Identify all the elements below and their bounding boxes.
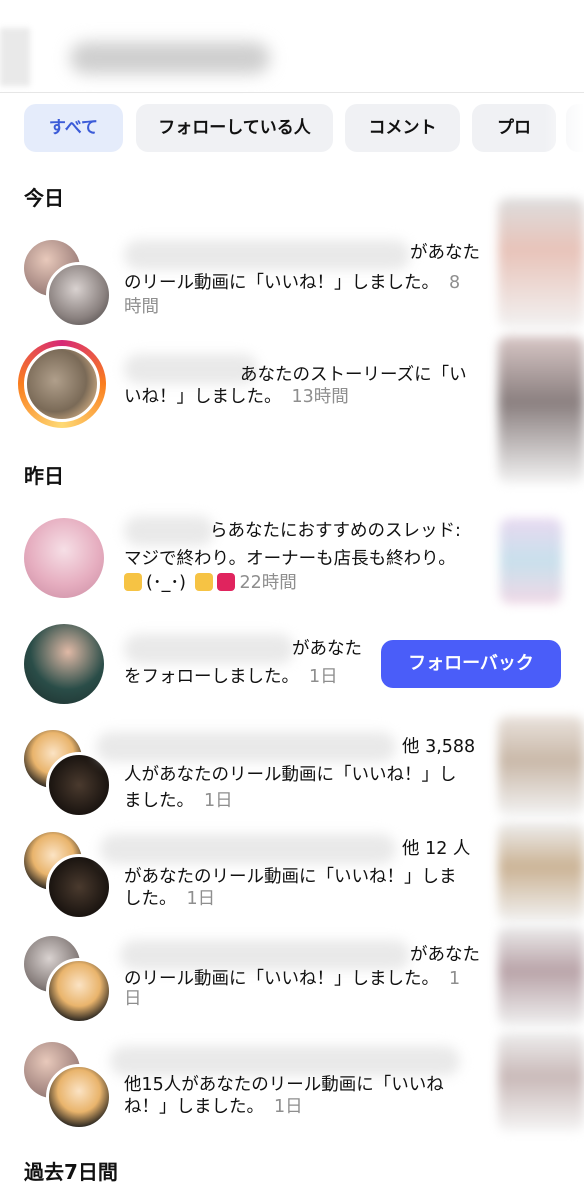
- avatar: [46, 958, 112, 1024]
- avatar: [46, 262, 112, 328]
- notification-text: 他 3,588: [402, 737, 476, 757]
- notification-text: ました。: [124, 791, 194, 811]
- timestamp: 1日: [204, 791, 233, 811]
- notification-text: いね！」しました。: [124, 387, 282, 407]
- post-thumbnail[interactable]: [498, 716, 584, 816]
- thumbs-down-emoji-icon: [195, 573, 214, 591]
- notification-text: した。: [124, 889, 177, 909]
- section-last-7-days: 過去7日間: [24, 1160, 118, 1184]
- notification-text: があなた: [410, 243, 480, 263]
- section-today: 今日: [24, 186, 64, 210]
- avatar: [24, 518, 104, 598]
- notification-item[interactable]: あなたのストーリーズに「い いね！」しました。 13時間: [0, 338, 584, 430]
- notification-item[interactable]: 他15人があなたのリール動画に「いいね ね！」しました。 1日: [0, 1040, 584, 1132]
- thread-thumbnail[interactable]: [500, 518, 562, 604]
- timestamp: 1: [449, 969, 461, 989]
- timestamp: 1日: [274, 1097, 303, 1117]
- tab-comments[interactable]: コメント: [345, 104, 460, 152]
- notification-item[interactable]: があなた をフォローしました。 1日 フォローバック: [0, 620, 584, 716]
- tab-fade: [544, 104, 584, 152]
- notification-text: のリール動画に「いいね！」しました。: [124, 969, 439, 989]
- notification-text: のリール動画に「いいね！」しました。: [124, 273, 439, 293]
- page-title: [70, 42, 270, 74]
- follow-back-button[interactable]: フォローバック: [381, 640, 561, 688]
- post-thumbnail[interactable]: [498, 198, 584, 328]
- notification-text: があなた: [292, 639, 362, 659]
- avatar: [24, 624, 104, 704]
- section-yesterday: 昨日: [24, 464, 64, 488]
- post-thumbnail[interactable]: [498, 336, 584, 484]
- avatar: [46, 854, 112, 920]
- notification-text: をフォローしました。: [124, 667, 299, 687]
- notification-text: (･_･): [146, 573, 186, 593]
- tab-following[interactable]: フォローしている人: [136, 104, 333, 152]
- timestamp: 時間: [124, 297, 159, 317]
- pointing-up-emoji-icon: [124, 573, 142, 591]
- redacted-username: [124, 354, 258, 384]
- anger-emoji-icon: [217, 573, 236, 591]
- notification-text: 他 12 人: [402, 839, 471, 859]
- notification-item[interactable]: らあなたにおすすめのスレッド: マジで終わり。オーナーも店長も終わり。 (･_･…: [0, 506, 584, 606]
- top-bar: [0, 0, 584, 93]
- notification-item[interactable]: 他 12 人 があなたのリール動画に「いいね！」しま した。 1日: [0, 830, 584, 926]
- timestamp: 13時間: [291, 387, 349, 407]
- redacted-username: [96, 732, 396, 762]
- notification-item[interactable]: 他 3,588 人があなたのリール動画に「いいね！」し ました。 1日: [0, 728, 584, 824]
- filter-tabs: すべて フォローしている人 コメント プロ: [0, 104, 584, 156]
- timestamp: 1日: [186, 889, 216, 909]
- notification-item[interactable]: があなた のリール動画に「いいね！」しました。 8 時間: [0, 236, 584, 328]
- notification-text: ね！」しました。: [124, 1097, 264, 1117]
- avatar[interactable]: [24, 346, 100, 422]
- post-thumbnail[interactable]: [498, 822, 584, 922]
- notification-item[interactable]: があなた のリール動画に「いいね！」しました。 1 日: [0, 934, 584, 1030]
- post-thumbnail[interactable]: [498, 926, 584, 1026]
- avatar: [46, 1064, 112, 1130]
- back-button[interactable]: [0, 28, 30, 86]
- timestamp: 22時間: [239, 573, 297, 593]
- timestamp: 日: [124, 989, 142, 1009]
- post-thumbnail[interactable]: [498, 1032, 584, 1132]
- redacted-username: [124, 634, 294, 664]
- notification-text: らあなたにおすすめのスレッド:: [210, 521, 461, 541]
- timestamp: 1日: [309, 667, 338, 687]
- redacted-username: [100, 834, 396, 864]
- redacted-username: [124, 516, 214, 546]
- redacted-username: [124, 240, 410, 270]
- tab-all[interactable]: すべて: [24, 104, 123, 152]
- timestamp: 8: [449, 273, 461, 293]
- avatar: [46, 752, 112, 818]
